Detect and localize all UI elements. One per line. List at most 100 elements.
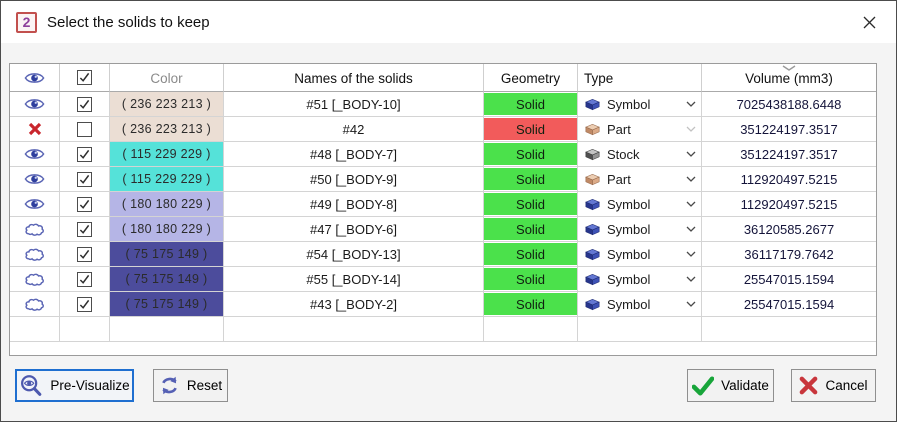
solid-name-cell: #47 [_BODY-6]: [224, 217, 484, 242]
red-x-icon: [28, 122, 42, 136]
chevron-down-icon: [686, 276, 696, 282]
row-checkbox[interactable]: [60, 142, 110, 167]
color-swatch-cell: ( 180 180 229 ): [110, 192, 224, 217]
header-select-all-checkbox[interactable]: [60, 64, 110, 92]
color-swatch-cell: ( 75 175 149 ): [110, 242, 224, 267]
solid-type-cube-icon: [583, 247, 602, 261]
solid-type-cube-icon: [583, 297, 602, 311]
visibility-toggle[interactable]: [10, 267, 60, 292]
row-checkbox[interactable]: [60, 217, 110, 242]
dialog-window: 2 Select the solids to keep Color Names …: [0, 0, 897, 422]
app-logo-icon: 2: [16, 12, 37, 33]
geometry-cell: [484, 317, 578, 342]
row-checkbox[interactable]: [60, 242, 110, 267]
color-swatch-cell: ( 115 229 229 ): [110, 142, 224, 167]
geometry-cell: Solid: [484, 142, 578, 167]
solid-name-cell: #43 [_BODY-2]: [224, 292, 484, 317]
volume-cell: 36117179.7642: [702, 242, 876, 267]
header-visibility[interactable]: [10, 64, 60, 92]
row-checkbox[interactable]: [60, 192, 110, 217]
solid-name-cell: #51 [_BODY-10]: [224, 92, 484, 117]
type-dropdown[interactable]: Symbol: [578, 292, 702, 317]
visibility-toggle[interactable]: [10, 167, 60, 192]
titlebar: 2 Select the solids to keep: [1, 1, 896, 43]
row-checkbox: [60, 317, 110, 342]
row-checkbox[interactable]: [60, 292, 110, 317]
type-dropdown[interactable]: Symbol: [578, 242, 702, 267]
type-dropdown[interactable]: Symbol: [578, 217, 702, 242]
type-dropdown: [578, 317, 702, 342]
validate-button[interactable]: Validate: [687, 369, 774, 402]
color-swatch-cell: ( 75 175 149 ): [110, 267, 224, 292]
color-swatch-cell: ( 115 229 229 ): [110, 167, 224, 192]
solid-type-cube-icon: [583, 272, 602, 286]
type-dropdown[interactable]: Stock: [578, 142, 702, 167]
eye-hidden-icon: [24, 297, 45, 312]
table-filler: [10, 342, 876, 354]
table-row: ( 115 229 229 ) #48 [_BODY-7] Solid Stoc…: [10, 142, 876, 167]
type-dropdown[interactable]: Part: [578, 167, 702, 192]
visibility-toggle[interactable]: [10, 192, 60, 217]
eye-hidden-icon: [24, 222, 45, 237]
green-check-icon: [692, 376, 714, 396]
geometry-cell: Solid: [484, 92, 578, 117]
red-x-icon: [799, 376, 818, 395]
visibility-toggle[interactable]: [10, 92, 60, 117]
checkbox-icon: [77, 247, 92, 262]
header-names[interactable]: Names of the solids: [224, 64, 484, 92]
geometry-cell: Solid: [484, 117, 578, 142]
magnifier-eye-icon: [19, 374, 43, 398]
color-swatch-cell: [110, 317, 224, 342]
color-swatch-cell: ( 75 175 149 ): [110, 292, 224, 317]
type-dropdown[interactable]: Symbol: [578, 267, 702, 292]
color-swatch-cell: ( 236 223 213 ): [110, 92, 224, 117]
row-checkbox[interactable]: [60, 167, 110, 192]
header-volume[interactable]: Volume (mm3): [702, 64, 876, 92]
chevron-down-icon: [686, 251, 696, 257]
volume-cell: 112920497.5215: [702, 167, 876, 192]
visibility-toggle[interactable]: [10, 117, 60, 142]
solid-type-cube-icon: [583, 122, 602, 136]
chevron-down-icon: [686, 226, 696, 232]
table-row: ( 75 175 149 ) #54 [_BODY-13] Solid Symb…: [10, 242, 876, 267]
row-checkbox[interactable]: [60, 92, 110, 117]
cancel-button[interactable]: Cancel: [791, 369, 876, 402]
table-header-row: Color Names of the solids Geometry Type …: [10, 64, 876, 92]
table-row: ( 236 223 213 ) #51 [_BODY-10] Solid Sym…: [10, 92, 876, 117]
visibility-toggle[interactable]: [10, 142, 60, 167]
table-row: ( 180 180 229 ) #47 [_BODY-6] Solid Symb…: [10, 217, 876, 242]
previsualize-button[interactable]: Pre-Visualize: [15, 369, 134, 402]
volume-cell: 112920497.5215: [702, 192, 876, 217]
visibility-toggle[interactable]: [10, 292, 60, 317]
type-dropdown[interactable]: Symbol: [578, 192, 702, 217]
geometry-cell: Solid: [484, 242, 578, 267]
eye-hidden-icon: [24, 247, 45, 262]
type-dropdown[interactable]: Part: [578, 117, 702, 142]
checkbox-icon: [77, 122, 92, 137]
checkbox-icon: [77, 172, 92, 187]
header-geometry[interactable]: Geometry: [484, 64, 578, 92]
checkbox-icon: [77, 97, 92, 112]
solid-name-cell: [224, 317, 484, 342]
close-icon[interactable]: [856, 9, 882, 35]
row-checkbox[interactable]: [60, 117, 110, 142]
checkbox-icon: [77, 147, 92, 162]
table-row: ( 75 175 149 ) #55 [_BODY-14] Solid Symb…: [10, 267, 876, 292]
solid-name-cell: #54 [_BODY-13]: [224, 242, 484, 267]
eye-icon: [24, 97, 45, 111]
visibility-toggle[interactable]: [10, 242, 60, 267]
geometry-cell: Solid: [484, 292, 578, 317]
sort-chevron-down-icon: [782, 65, 796, 71]
header-color[interactable]: Color: [110, 64, 224, 92]
volume-cell: 7025438188.6448: [702, 92, 876, 117]
visibility-toggle[interactable]: [10, 217, 60, 242]
solid-type-cube-icon: [583, 197, 602, 211]
header-type[interactable]: Type: [578, 64, 702, 92]
type-dropdown[interactable]: Symbol: [578, 92, 702, 117]
row-checkbox[interactable]: [60, 267, 110, 292]
geometry-cell: Solid: [484, 217, 578, 242]
eye-icon: [24, 197, 45, 211]
volume-cell: 25547015.1594: [702, 267, 876, 292]
checkbox-icon: [77, 222, 92, 237]
reset-button[interactable]: Reset: [153, 369, 228, 402]
